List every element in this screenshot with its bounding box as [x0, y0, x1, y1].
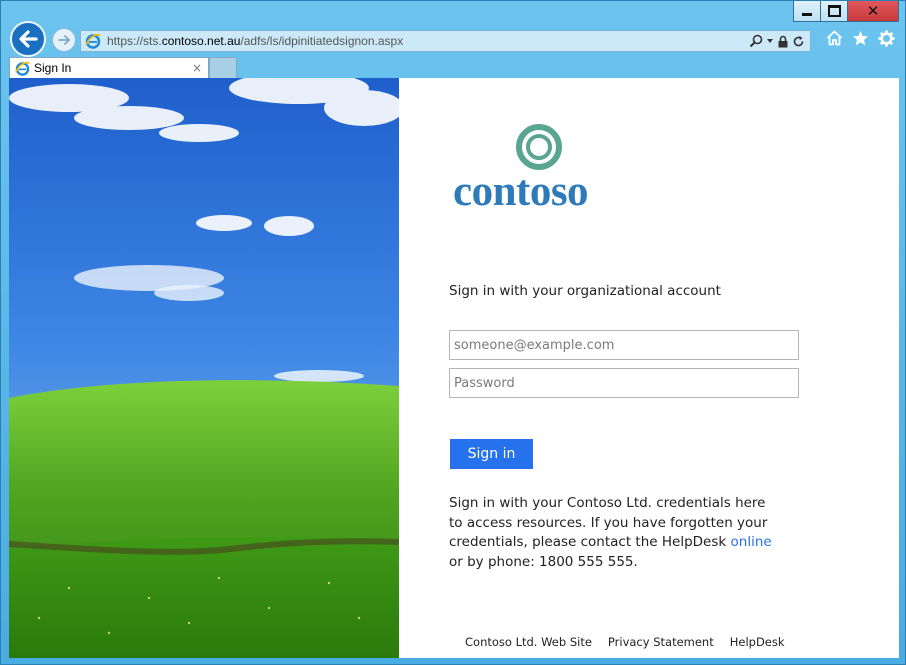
sign-in-button[interactable]: Sign in: [450, 439, 533, 469]
url-domain: contoso.net.au: [161, 34, 241, 48]
tab-sign-in[interactable]: Sign In ×: [9, 57, 209, 78]
help-text-before: Sign in with your Contoso Ltd. credentia…: [449, 495, 768, 550]
ie-favicon-icon: [15, 61, 30, 76]
contoso-logo-icon: [516, 124, 562, 170]
contoso-logo-text: contoso: [453, 168, 589, 215]
footer-links: Contoso Ltd. Web Site Privacy Statement …: [465, 635, 785, 649]
minimize-button[interactable]: [793, 1, 821, 22]
back-arrow-icon: [19, 30, 38, 48]
maximize-button[interactable]: [821, 1, 848, 22]
help-text: Sign in with your Contoso Ltd. credentia…: [449, 494, 779, 572]
url-path: /adfs/ls/idpinitiatedsignon.aspx: [240, 34, 404, 48]
forward-arrow-icon: [58, 35, 70, 45]
footer-link-privacy[interactable]: Privacy Statement: [608, 635, 714, 649]
email-field[interactable]: [449, 330, 799, 360]
refresh-icon[interactable]: [792, 35, 805, 48]
minimize-icon: [802, 12, 812, 16]
dropdown-arrow-icon[interactable]: [766, 37, 774, 45]
close-icon: ✕: [866, 1, 880, 20]
back-button[interactable]: [10, 21, 46, 57]
settings-gear-icon[interactable]: [877, 29, 895, 47]
tab-close-icon[interactable]: ×: [192, 61, 202, 75]
search-icon[interactable]: [749, 34, 763, 48]
password-field[interactable]: [449, 368, 799, 398]
page-viewport: contoso Sign in with your organizational…: [9, 78, 899, 658]
forward-button[interactable]: [52, 28, 76, 52]
lock-icon[interactable]: [777, 35, 789, 48]
window-controls: ✕: [793, 1, 899, 22]
helpdesk-online-link[interactable]: online: [731, 534, 772, 550]
footer-link-website[interactable]: Contoso Ltd. Web Site: [465, 635, 592, 649]
sign-in-heading: Sign in with your organizational account: [449, 283, 721, 299]
favorites-star-icon[interactable]: [851, 29, 869, 47]
sign-in-panel: contoso Sign in with your organizational…: [399, 78, 899, 658]
help-text-after: or by phone: 1800 555 555.: [449, 553, 638, 570]
address-tools: [749, 34, 805, 48]
footer-link-helpdesk[interactable]: HelpDesk: [730, 635, 785, 649]
close-window-button[interactable]: ✕: [848, 1, 899, 22]
home-icon[interactable]: [825, 29, 843, 47]
ie-favicon-icon: [85, 32, 103, 50]
address-bar[interactable]: https://sts.contoso.net.au/adfs/ls/idpin…: [80, 30, 811, 52]
tab-title: Sign In: [34, 61, 72, 75]
toolbar-icons: [825, 29, 895, 47]
hero-landscape-image: [9, 78, 399, 658]
url-text[interactable]: https://sts.contoso.net.au/adfs/ls/idpin…: [107, 34, 749, 48]
maximize-icon: [827, 5, 841, 17]
new-tab-button[interactable]: [209, 57, 237, 78]
browser-window: ✕ https://sts.contoso.net.au/adfs/ls/idp…: [0, 0, 906, 665]
url-scheme: https://sts.: [107, 34, 162, 48]
